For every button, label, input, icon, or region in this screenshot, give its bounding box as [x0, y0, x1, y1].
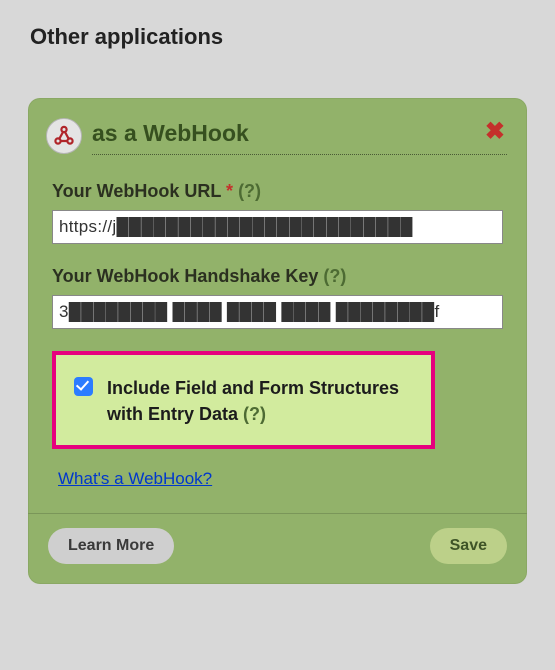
webhook-card: as a WebHook ✖ Your WebHook URL * (?) Yo… — [28, 98, 527, 584]
close-icon[interactable]: ✖ — [485, 120, 505, 144]
save-button[interactable]: Save — [430, 528, 507, 564]
card-header: as a WebHook ✖ — [28, 98, 527, 161]
card-title-wrap: as a WebHook — [92, 116, 507, 155]
key-label-row: Your WebHook Handshake Key (?) — [52, 266, 503, 287]
include-checkbox[interactable] — [74, 377, 93, 396]
include-help-icon[interactable]: (?) — [243, 404, 266, 424]
key-input[interactable] — [52, 295, 503, 329]
include-structures-highlight: Include Field and Form Structures with E… — [52, 351, 435, 449]
card-footer: Learn More Save — [28, 513, 527, 584]
include-label: Include Field and Form Structures with E… — [107, 375, 413, 427]
page-heading: Other applications — [0, 0, 555, 50]
url-label-row: Your WebHook URL * (?) — [52, 181, 503, 202]
url-help-icon[interactable]: (?) — [238, 181, 261, 201]
url-label: Your WebHook URL — [52, 181, 221, 201]
learn-more-button[interactable]: Learn More — [48, 528, 174, 564]
card-title: as a WebHook — [92, 120, 249, 146]
card-body: Your WebHook URL * (?) Your WebHook Hand… — [28, 161, 527, 513]
webhook-icon — [46, 118, 82, 154]
whats-a-webhook-link[interactable]: What's a WebHook? — [58, 469, 212, 489]
key-label: Your WebHook Handshake Key — [52, 266, 318, 286]
url-input[interactable] — [52, 210, 503, 244]
key-help-icon[interactable]: (?) — [323, 266, 346, 286]
url-required: * — [226, 181, 233, 201]
